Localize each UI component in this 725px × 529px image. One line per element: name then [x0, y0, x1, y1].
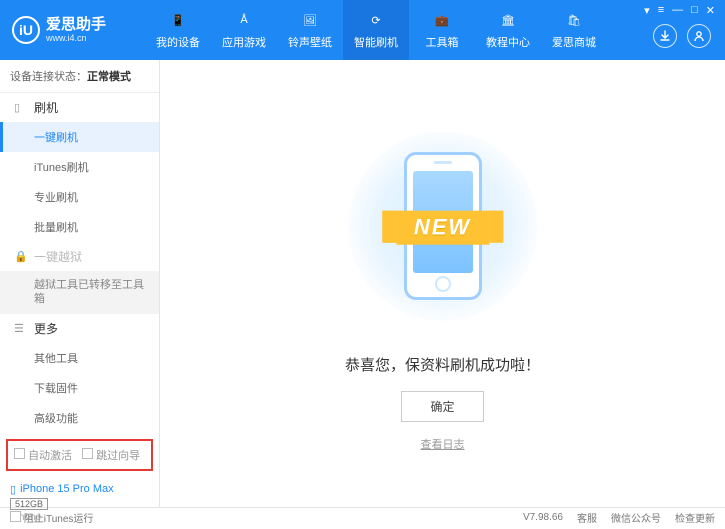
checkbox-skip-guide[interactable]: 跳过向导 — [82, 447, 140, 463]
download-icon[interactable] — [653, 24, 677, 48]
nav-icon: 🏛 — [498, 10, 518, 30]
nav-item-5[interactable]: 🏛教程中心 — [475, 0, 541, 60]
app-url: www.i4.cn — [46, 33, 106, 43]
nav-item-1[interactable]: Å应用游戏 — [211, 0, 277, 60]
window-control-0[interactable]: ▾ — [644, 4, 650, 17]
device-storage: 512GB — [10, 498, 48, 510]
nav-icon: ⟳ — [366, 10, 386, 30]
jailbreak-note: 越狱工具已转移至工具箱 — [0, 271, 159, 314]
status-mode: 正常模式 — [87, 71, 131, 83]
window-control-2[interactable]: — — [672, 4, 683, 17]
sidebar-item-oneclick[interactable]: 一键刷机 — [0, 122, 159, 152]
nav-icon: Å — [234, 10, 254, 30]
nav-icon: 🛍 — [564, 10, 584, 30]
success-illustration: NEW — [333, 116, 553, 336]
logo-icon: iU — [12, 16, 40, 44]
footer-link-wechat[interactable]: 微信公众号 — [611, 510, 661, 525]
view-log-link[interactable]: 查看日志 — [421, 436, 465, 452]
phone-icon: ▯ — [14, 101, 28, 114]
new-badge-text: NEW — [396, 210, 489, 244]
window-control-1[interactable]: ≡ — [658, 4, 664, 17]
nav-item-3[interactable]: ⟳智能刷机 — [343, 0, 409, 60]
sidebar-item-pro[interactable]: 专业刷机 — [0, 182, 159, 212]
version-label: V7.98.66 — [523, 512, 563, 523]
ok-button[interactable]: 确定 — [401, 391, 483, 422]
new-badge: NEW — [396, 210, 489, 244]
sidebar-item-download[interactable]: 下载固件 — [0, 373, 159, 403]
window-control-4[interactable]: ✕ — [706, 4, 715, 17]
lock-icon: 🔒 — [14, 250, 28, 263]
section-flash-label: 刷机 — [34, 99, 58, 116]
nav-item-4[interactable]: 💼工具箱 — [409, 0, 475, 60]
app-header: iU 爱思助手 www.i4.cn 📱我的设备Å应用游戏🖼铃声壁纸⟳智能刷机💼工… — [0, 0, 725, 60]
main-nav: 📱我的设备Å应用游戏🖼铃声壁纸⟳智能刷机💼工具箱🏛教程中心🛍爱思商城 — [145, 0, 607, 60]
checkbox-block-itunes[interactable]: 阻止iTunes运行 — [10, 510, 93, 525]
sidebar-item-itunes[interactable]: iTunes刷机 — [0, 152, 159, 182]
device-name[interactable]: ▯ iPhone 15 Pro Max — [10, 483, 149, 496]
connection-status: 设备连接状态：正常模式 — [0, 60, 159, 93]
footer-link-update[interactable]: 检查更新 — [675, 510, 715, 525]
device-icon: ▯ — [10, 483, 16, 496]
options-highlight: 自动激活 跳过向导 — [6, 439, 153, 471]
main-content: NEW 恭喜您，保资料刷机成功啦！ 确定 查看日志 — [160, 60, 725, 507]
menu-icon: ☰ — [14, 322, 28, 335]
header-action-icons — [653, 24, 711, 48]
app-name: 爱思助手 — [46, 17, 106, 34]
nav-icon: 📱 — [168, 10, 188, 30]
nav-icon: 🖼 — [300, 10, 320, 30]
checkbox-auto-activate[interactable]: 自动激活 — [14, 447, 72, 463]
sidebar-item-advanced[interactable]: 高级功能 — [0, 403, 159, 433]
section-jailbreak-label: 一键越狱 — [34, 248, 82, 265]
nav-item-0[interactable]: 📱我的设备 — [145, 0, 211, 60]
status-label: 设备连接状态： — [10, 71, 87, 83]
nav-item-6[interactable]: 🛍爱思商城 — [541, 0, 607, 60]
section-flash[interactable]: ▯ 刷机 — [0, 93, 159, 122]
sidebar-item-othertools[interactable]: 其他工具 — [0, 343, 159, 373]
user-icon[interactable] — [687, 24, 711, 48]
window-controls: ▾ ≡ — □ ✕ — [644, 4, 715, 17]
section-more[interactable]: ☰ 更多 — [0, 314, 159, 343]
logo: iU 爱思助手 www.i4.cn — [0, 16, 145, 44]
section-more-label: 更多 — [34, 320, 58, 337]
section-jailbreak: 🔒 一键越狱 — [0, 242, 159, 271]
footer-link-support[interactable]: 客服 — [577, 510, 597, 525]
window-control-3[interactable]: □ — [691, 4, 698, 17]
sidebar-item-batch[interactable]: 批量刷机 — [0, 212, 159, 242]
nav-item-2[interactable]: 🖼铃声壁纸 — [277, 0, 343, 60]
sidebar: 设备连接状态：正常模式 ▯ 刷机 一键刷机 iTunes刷机 专业刷机 批量刷机… — [0, 60, 160, 507]
nav-icon: 💼 — [432, 10, 452, 30]
success-message: 恭喜您，保资料刷机成功啦！ — [345, 354, 540, 375]
